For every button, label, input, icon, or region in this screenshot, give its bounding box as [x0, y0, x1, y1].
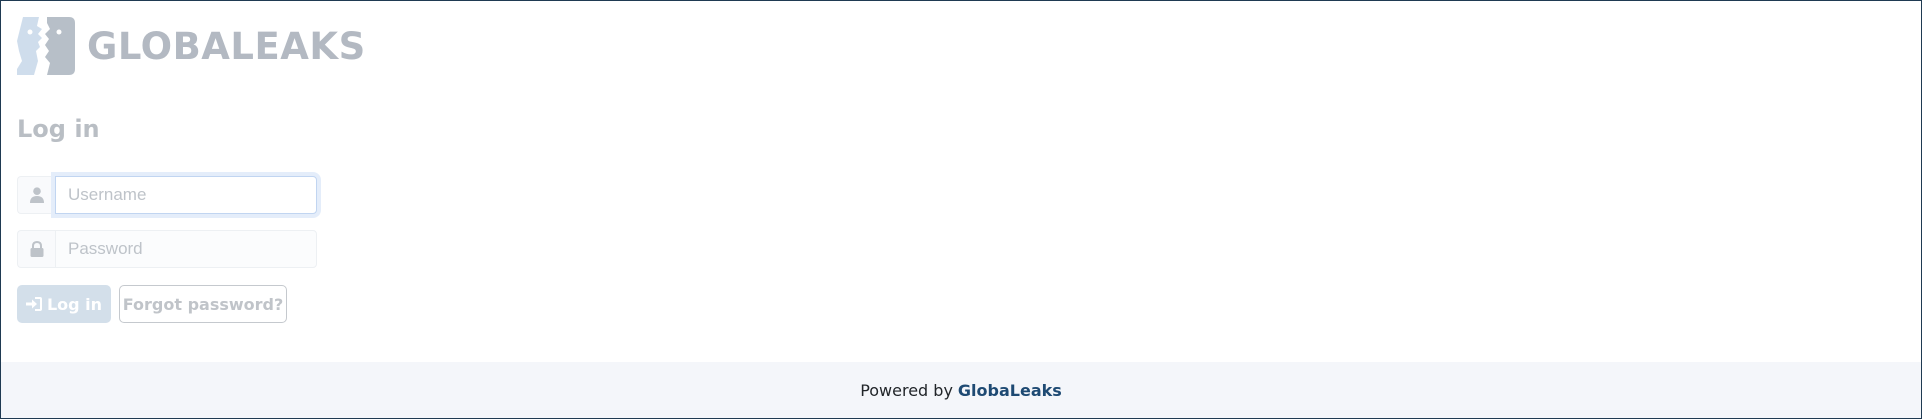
main-content: GLOBALEAKS Log in Username Log in Forgot…: [1, 1, 1921, 362]
forgot-password-button[interactable]: Forgot password?: [119, 285, 287, 323]
password-input-group: [17, 230, 317, 268]
username-input[interactable]: [55, 176, 317, 214]
app-window: GLOBALEAKS Log in Username Log in Forgot…: [0, 0, 1922, 419]
sign-in-icon: [25, 297, 42, 311]
brand-logo[interactable]: GLOBALEAKS: [17, 17, 366, 75]
login-button-label: Log in: [46, 294, 103, 314]
login-button[interactable]: Log in: [17, 285, 111, 323]
password-input[interactable]: [55, 230, 317, 268]
powered-by-text: Powered by: [860, 380, 953, 400]
forgot-password-label: Forgot password?: [122, 294, 284, 314]
username-input-group: [17, 176, 317, 214]
footer: Powered by GlobaLeaks: [1, 362, 1921, 418]
two-faces-logo-icon: [17, 17, 75, 75]
globaleaks-link[interactable]: GlobaLeaks: [958, 381, 1062, 400]
lock-icon: [17, 230, 55, 268]
brand-name: GLOBALEAKS: [87, 24, 366, 68]
user-icon: [17, 176, 55, 214]
page-title: Log in: [17, 115, 100, 143]
